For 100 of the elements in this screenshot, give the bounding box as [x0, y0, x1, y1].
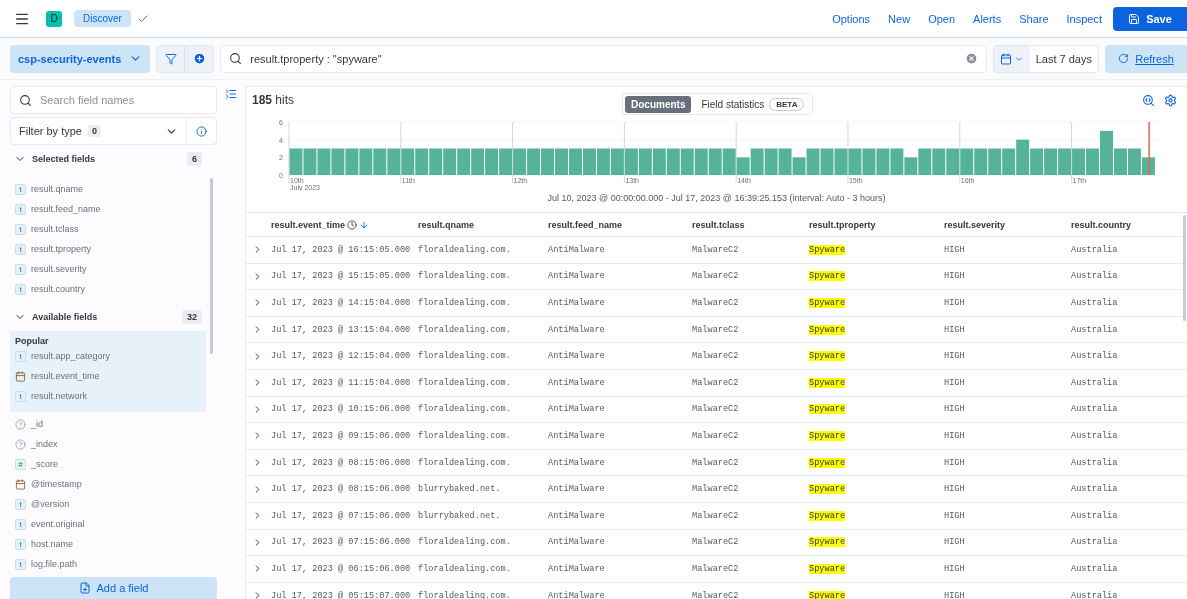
view-tab[interactable]: Field statistics BETA [695, 95, 811, 113]
histogram-bar[interactable] [694, 148, 708, 175]
field-name[interactable]: result.severity [31, 264, 87, 274]
header-link[interactable]: Open [928, 12, 956, 25]
histogram-bar[interactable] [1099, 130, 1113, 175]
field-name[interactable]: _score [31, 459, 58, 469]
save-button[interactable]: Save [1113, 6, 1187, 31]
histogram-bar[interactable] [1029, 148, 1043, 175]
histogram-bar[interactable] [358, 148, 372, 175]
data-view-selector[interactable]: csp-security-events [10, 44, 151, 73]
clear-icon[interactable] [964, 52, 978, 65]
space-avatar[interactable]: D [46, 10, 62, 27]
date-quick-menu-button[interactable] [993, 45, 1030, 72]
histogram-bar[interactable] [540, 148, 554, 175]
header-link[interactable]: Options [832, 12, 871, 25]
refresh-button[interactable]: Refresh [1105, 44, 1187, 73]
histogram-bar[interactable] [554, 148, 568, 175]
histogram-bar[interactable] [750, 148, 764, 175]
histogram-bar[interactable] [666, 148, 680, 175]
field-name[interactable]: _index [31, 439, 58, 449]
query-field[interactable]: result.tproperty : "spyware" [220, 44, 987, 73]
section-header[interactable]: Available fields 32 [10, 303, 206, 331]
field-name[interactable]: @version [31, 499, 70, 509]
settings-icon[interactable] [1164, 93, 1177, 107]
header-link[interactable]: New [888, 12, 911, 25]
histogram-bar[interactable] [330, 148, 344, 175]
header-link[interactable]: Share [1019, 12, 1049, 25]
histogram-bar[interactable] [442, 148, 456, 175]
field-name[interactable]: host.name [31, 539, 74, 549]
field-name[interactable]: result.network [31, 391, 88, 401]
collapse-sidebar-icon[interactable] [225, 88, 237, 100]
histogram-bar[interactable] [1127, 148, 1141, 175]
header-link[interactable]: Alerts [973, 12, 1002, 25]
histogram-bar[interactable] [652, 148, 666, 175]
column-header[interactable]: result.qname [418, 219, 475, 230]
field-name[interactable]: @timestamp [31, 479, 82, 489]
column-header[interactable]: result.tproperty [809, 219, 876, 230]
histogram-bar[interactable] [875, 148, 889, 175]
scrollbar-thumb[interactable] [1183, 215, 1186, 321]
field-name[interactable]: log.file.path [31, 559, 78, 569]
histogram-bar[interactable] [456, 148, 470, 175]
histogram-bar[interactable] [834, 148, 847, 175]
column-header[interactable]: result.tclass [692, 219, 745, 230]
field-name[interactable]: event.original [31, 519, 85, 529]
histogram-bar[interactable] [372, 148, 386, 175]
histogram-bar[interactable] [470, 148, 484, 175]
histogram-bar[interactable] [903, 157, 917, 175]
field-name[interactable]: result.tproperty [31, 244, 92, 254]
histogram-bar[interactable] [889, 148, 903, 175]
histogram-bar[interactable] [638, 148, 652, 175]
histogram-bar[interactable] [1057, 148, 1071, 175]
histogram-bar[interactable] [861, 148, 875, 175]
info-icon[interactable] [196, 125, 207, 137]
histogram-bar[interactable] [610, 148, 624, 175]
histogram-bar[interactable] [1113, 148, 1127, 175]
histogram-bar[interactable] [1085, 148, 1099, 175]
histogram-bar[interactable] [931, 148, 945, 175]
field-name[interactable]: _id [31, 419, 43, 429]
header-link[interactable]: Inspect [1066, 12, 1102, 25]
column-header[interactable]: result.country [1071, 219, 1131, 230]
histogram-bar[interactable] [680, 148, 694, 175]
histogram-bar[interactable] [708, 148, 722, 175]
histogram-bar[interactable] [1001, 148, 1015, 175]
histogram-bar[interactable] [568, 148, 582, 175]
view-tab[interactable]: Documents [625, 95, 692, 113]
histogram-bar[interactable] [1043, 148, 1057, 175]
histogram-bar[interactable] [344, 148, 358, 175]
breadcrumb[interactable]: Discover [74, 10, 131, 27]
histogram-bar[interactable] [526, 148, 540, 175]
histogram-bar[interactable] [316, 148, 330, 175]
histogram-bar[interactable] [973, 148, 987, 175]
field-search-input[interactable]: Search field names [10, 86, 217, 114]
field-name[interactable]: result.app_category [31, 351, 111, 361]
inspect-icon[interactable] [1142, 93, 1155, 107]
histogram-bar[interactable] [582, 148, 596, 175]
histogram-bar[interactable] [1015, 139, 1029, 175]
field-name[interactable]: result.feed_name [31, 204, 101, 214]
histogram-bar[interactable] [917, 148, 931, 175]
column-header[interactable]: result.feed_name [548, 219, 623, 230]
histogram-bar[interactable] [484, 148, 498, 175]
histogram-bar[interactable] [596, 148, 610, 175]
scrollbar-thumb[interactable] [210, 178, 213, 354]
field-name[interactable]: result.country [31, 284, 86, 294]
histogram-bar[interactable] [722, 148, 736, 175]
histogram-bar[interactable] [302, 148, 316, 175]
histogram-bar[interactable] [820, 148, 833, 175]
histogram-bar[interactable] [414, 148, 428, 175]
column-header[interactable]: result.event_time [271, 219, 370, 230]
section-header[interactable]: Selected fields 6 [10, 145, 206, 173]
column-header[interactable]: result.severity [944, 219, 1006, 230]
histogram-bar[interactable] [806, 148, 820, 175]
histogram-bar[interactable] [987, 148, 1001, 175]
histogram-bar[interactable] [945, 148, 959, 175]
histogram-bar[interactable] [386, 148, 400, 175]
histogram-bar[interactable] [428, 148, 442, 175]
add-field-button[interactable]: Add a field [10, 577, 217, 599]
field-name[interactable]: result.qname [31, 184, 84, 194]
field-name[interactable]: result.event_time [31, 371, 100, 381]
histogram-bar[interactable] [764, 148, 778, 175]
field-name[interactable]: result.tclass [31, 224, 79, 234]
